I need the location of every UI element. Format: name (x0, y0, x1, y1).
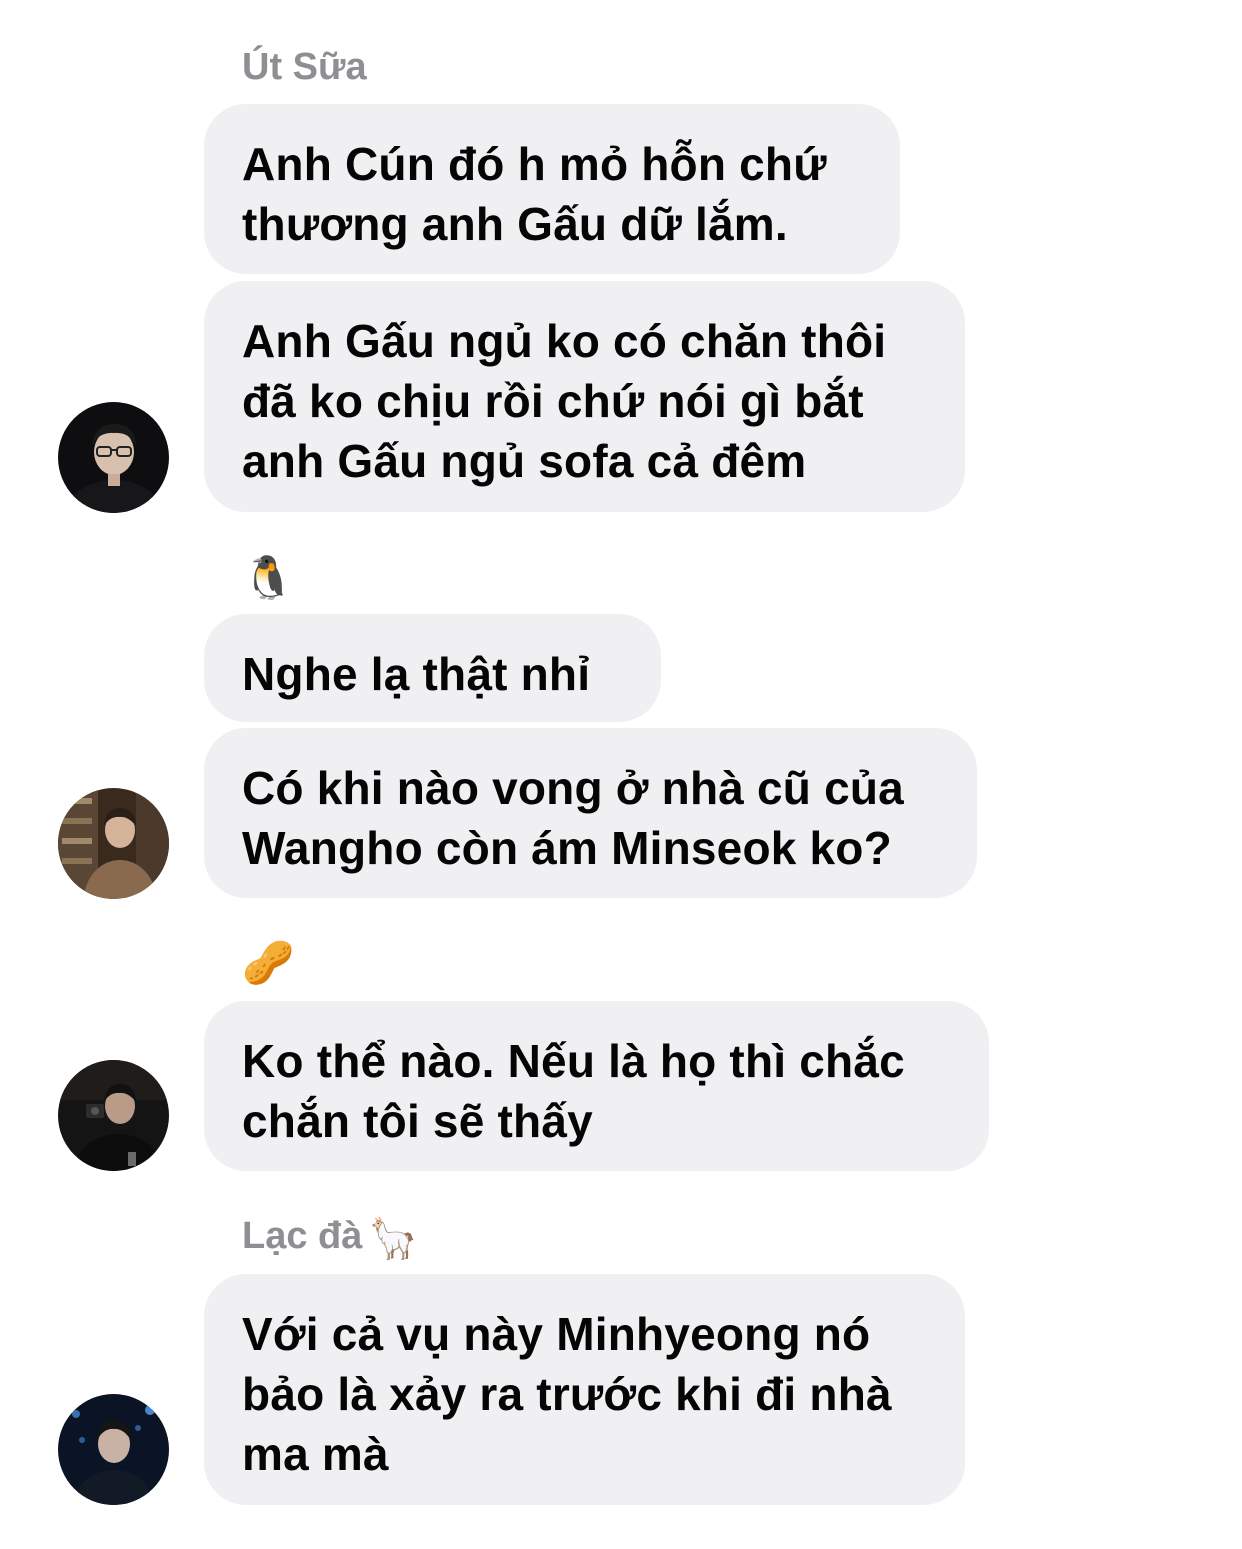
message-bubble[interactable]: Với cả vụ này Minhyeong nó bảo là xảy ra… (204, 1274, 965, 1505)
message-text: Wangho còn ám Minseok ko? (242, 822, 892, 874)
message-bubble[interactable]: Ko thể nào. Nếu là họ thì chắc chắn tôi … (204, 1001, 989, 1171)
avatar-photo (58, 1060, 169, 1171)
sender-name: Út Sữa (242, 46, 367, 88)
message-text: anh Gấu ngủ sofa cả đêm (242, 435, 807, 487)
message-text: ma mà (242, 1428, 389, 1480)
avatar-photo (58, 1394, 169, 1505)
llama-icon: 🦙 (368, 1217, 419, 1261)
avatar[interactable] (58, 402, 169, 513)
message-bubble[interactable]: Nghe lạ thật nhỉ (204, 614, 661, 722)
sender-name-text: Lạc đà (242, 1215, 363, 1257)
message-text: Với cả vụ này Minhyeong nó (242, 1308, 871, 1360)
message-text: đã ko chịu rồi chứ nói gì bắt (242, 375, 864, 427)
message-bubble[interactable]: Có khi nào vong ở nhà cũ của Wangho còn … (204, 728, 977, 898)
message-text: Ko thể nào. Nếu là họ thì chắc (242, 1035, 905, 1087)
peanut-icon: 🥜 (242, 939, 295, 986)
message-text: Nghe lạ thật nhỉ (242, 648, 591, 700)
message-text: Có khi nào vong ở nhà cũ của (242, 762, 904, 814)
message-bubble[interactable]: Anh Cún đó h mỏ hỗn chứ thương anh Gấu d… (204, 104, 900, 274)
message-text: thương anh Gấu dữ lắm. (242, 198, 788, 250)
message-text: bảo là xảy ra trước khi đi nhà (242, 1368, 892, 1420)
avatar[interactable] (58, 788, 169, 899)
avatar-photo (58, 402, 169, 513)
avatar[interactable] (58, 1394, 169, 1505)
message-text: chắn tôi sẽ thấy (242, 1095, 593, 1147)
message-text: Anh Cún đó h mỏ hỗn chứ (242, 138, 827, 190)
message-bubble[interactable]: Anh Gấu ngủ ko có chăn thôi đã ko chịu r… (204, 281, 965, 512)
avatar[interactable] (58, 1060, 169, 1171)
message-text: Anh Gấu ngủ ko có chăn thôi (242, 315, 887, 367)
penguin-icon: 🐧 (242, 554, 295, 601)
sender-name: Lạc đà 🦙 (242, 1214, 418, 1261)
avatar-photo (58, 788, 169, 899)
